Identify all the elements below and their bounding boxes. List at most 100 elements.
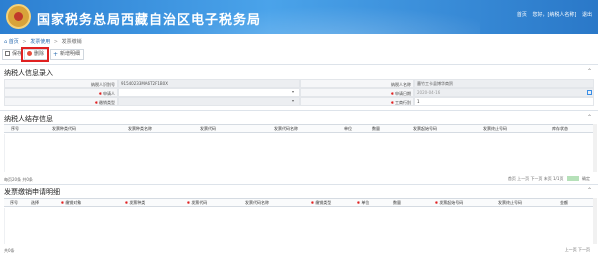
column-header: 发票终止号码 bbox=[483, 126, 507, 131]
applicant-dropdown-chevron-icon[interactable]: ▾ bbox=[292, 89, 294, 94]
taxpayer-name-field[interactable]: 墨竹工卡县博华商贸 bbox=[414, 79, 594, 88]
column-header-text: 发票种类 bbox=[129, 200, 146, 205]
column-header: 发票代码名称 bbox=[274, 126, 298, 131]
column-header-text: 金额 bbox=[560, 200, 568, 205]
column-header: ✱ 发票代码 bbox=[174, 199, 220, 207]
cancel-detail-table-header: 序号 选择 ✱ 缴销对象 ✱ 发票种类 ✱ 发票代码 发票代码名称 ✱ 缴销类型… bbox=[4, 198, 594, 207]
form-row-1: 纳税人识别号 91540233MA6T2F1B0X 纳税人名称 墨竹工卡县博华商… bbox=[0, 79, 598, 88]
add-detail-button-label: 新增明细 bbox=[60, 51, 81, 57]
top-link-logout[interactable]: 退出 bbox=[582, 12, 592, 18]
column-header-text: 选择 bbox=[31, 200, 39, 205]
doc-type-label-text: 工商行别 bbox=[395, 100, 411, 105]
top-link-home[interactable]: 首页 bbox=[517, 12, 527, 18]
collapse-icon[interactable]: ⌃ bbox=[587, 68, 592, 75]
pager-prev[interactable]: 上一页 bbox=[517, 176, 529, 181]
apply-date-field[interactable]: 2020-04-16 bbox=[414, 88, 594, 97]
cancel-detail-pager: 上一页 下一页 bbox=[565, 247, 590, 253]
doc-type-field[interactable]: 1 bbox=[414, 97, 594, 106]
column-header: 选择 bbox=[24, 199, 46, 207]
stock-table-pager: 首页 上一页 下一页 末页 1/1页 确定 bbox=[508, 176, 590, 182]
breadcrumb-separator: > bbox=[22, 39, 27, 45]
applicant-label: ✱申请人 bbox=[4, 88, 118, 97]
form-row-3: ✱缴销类型 ✱工商行别 1 bbox=[0, 97, 598, 106]
add-icon: + bbox=[53, 51, 59, 58]
site-title: 国家税务总局西藏自治区电子税务局 bbox=[37, 13, 262, 28]
breadcrumb-current: 发票缴销 bbox=[61, 39, 82, 45]
column-header: ✱ 缴销对象 bbox=[46, 199, 96, 207]
column-header: ✱ 缴销类型 bbox=[294, 199, 348, 207]
column-header-text: 缴销对象 bbox=[65, 200, 82, 205]
page-number-input[interactable] bbox=[566, 176, 579, 181]
scrollbar[interactable] bbox=[593, 124, 597, 172]
pager-go-button[interactable]: 确定 bbox=[582, 176, 590, 181]
column-header-text: 数量 bbox=[393, 200, 401, 205]
column-header: 发票终止号码 bbox=[482, 199, 538, 207]
divider bbox=[0, 184, 598, 185]
column-header-text: 发票代码 bbox=[191, 200, 208, 205]
cancel-type-label-text: 缴销类型 bbox=[99, 100, 115, 105]
site-header: 国家税务总局西藏自治区电子税务局 首页 您好，[纳税人名称] 退出 bbox=[0, 0, 598, 34]
breadcrumb-level1[interactable]: 发票使用 bbox=[30, 39, 50, 45]
taxpayer-id-field[interactable]: 91540233MA6T2F1B0X bbox=[118, 79, 300, 88]
pager-next[interactable]: 下一页 bbox=[578, 247, 590, 252]
column-header-text: 发票代码名称 bbox=[245, 200, 269, 205]
highlight-box bbox=[21, 47, 49, 62]
pager-last[interactable]: 末页 bbox=[544, 176, 552, 181]
applicant-field[interactable] bbox=[118, 88, 300, 97]
pager-prev[interactable]: 上一页 bbox=[565, 247, 577, 252]
apply-date-label-text: 申请日期 bbox=[395, 91, 411, 96]
required-mark: ✱ bbox=[94, 100, 98, 105]
cancel-type-field[interactable] bbox=[118, 97, 300, 106]
doc-type-label: ✱工商行别 bbox=[300, 97, 414, 106]
section-title-taxpayer-info: 纳税人信息录入 bbox=[4, 69, 53, 77]
add-detail-button[interactable]: + 新增明细 bbox=[50, 49, 85, 60]
cancel-detail-table-body bbox=[4, 208, 594, 244]
breadcrumb-separator: > bbox=[53, 39, 58, 45]
required-mark: ✱ bbox=[98, 91, 102, 96]
column-header: ✱ 单位 bbox=[348, 199, 378, 207]
pager-page-of: 1/1页 bbox=[553, 176, 564, 181]
divider bbox=[0, 64, 598, 65]
apply-date-label: ✱申请日期 bbox=[300, 88, 414, 97]
column-header-text: 发票起始号码 bbox=[439, 200, 464, 205]
form-row-2: ✱申请人 ✱申请日期 2020-04-16 bbox=[0, 88, 598, 97]
top-links: 首页 您好，[纳税人名称] 退出 bbox=[513, 11, 592, 18]
column-header: ✱ 发票起始号码 bbox=[416, 199, 482, 207]
required-mark: ✱ bbox=[390, 91, 394, 96]
column-header: 金额 bbox=[538, 199, 590, 207]
column-header: 序号 bbox=[4, 199, 24, 207]
column-header-text: 单位 bbox=[361, 200, 370, 205]
taxpayer-name-label-text: 纳税人名称 bbox=[391, 82, 411, 87]
column-header-text: 发票终止号码 bbox=[498, 200, 522, 205]
divider bbox=[0, 110, 598, 111]
save-icon bbox=[5, 51, 10, 56]
cancel-detail-count: 共0条 bbox=[4, 248, 15, 253]
pager-next[interactable]: 下一页 bbox=[530, 176, 542, 181]
breadcrumb-home[interactable]: 首页 bbox=[9, 39, 19, 45]
column-header-text: 缴销类型 bbox=[315, 200, 332, 205]
column-header: 库存状态 bbox=[552, 126, 568, 131]
home-icon: ⌂ bbox=[4, 39, 8, 45]
calendar-icon[interactable] bbox=[587, 90, 592, 95]
scrollbar[interactable] bbox=[593, 198, 597, 244]
applicant-label-text: 申请人 bbox=[103, 91, 115, 96]
collapse-icon[interactable]: ⌃ bbox=[587, 187, 592, 194]
column-header-text: 序号 bbox=[10, 200, 18, 205]
pager-first[interactable]: 首页 bbox=[508, 176, 516, 181]
taxpayer-name-label: 纳税人名称 bbox=[300, 79, 414, 88]
collapse-icon[interactable]: ⌃ bbox=[587, 114, 592, 121]
taxpayer-id-label-text: 纳税人识别号 bbox=[91, 82, 115, 87]
column-header: 发票代码 bbox=[200, 126, 216, 131]
cancel-type-chevron-down-icon[interactable]: ▾ bbox=[292, 98, 294, 103]
column-header: 单位 bbox=[344, 126, 352, 131]
stock-table-count: 每页20条 共0条 bbox=[4, 177, 33, 182]
column-header: 发票种类名称 bbox=[128, 126, 152, 131]
taxpayer-id-label: 纳税人识别号 bbox=[4, 79, 118, 88]
required-mark: ✱ bbox=[390, 100, 394, 105]
column-header: 数量 bbox=[372, 126, 380, 131]
top-link-user[interactable]: 您好，[纳税人名称] bbox=[532, 12, 576, 18]
column-header: ✱ 发票种类 bbox=[96, 199, 174, 207]
section-title-stock-info: 纳税人结存信息 bbox=[4, 115, 53, 123]
column-header: 数量 bbox=[378, 199, 416, 207]
column-header: 发票起始号码 bbox=[413, 126, 437, 131]
